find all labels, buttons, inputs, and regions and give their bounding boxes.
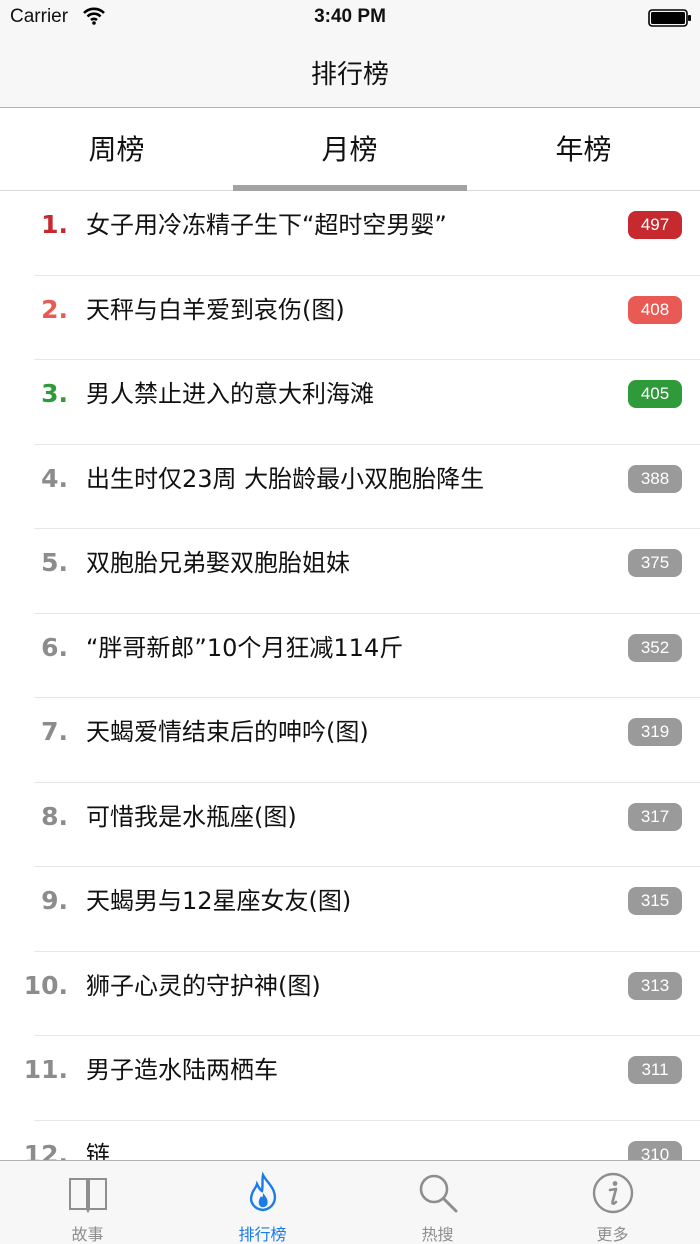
count-badge: 315: [628, 887, 682, 915]
rank-number: 12.: [23, 1139, 68, 1161]
rank-number: 9.: [41, 886, 68, 915]
battery-icon: [648, 9, 691, 27]
ranking-row[interactable]: 6. “胖哥新郎”10个月狂减114斤 352: [0, 614, 700, 699]
ranking-row[interactable]: 5. 双胞胎兄弟娶双胞胎姐妹 375: [0, 529, 700, 614]
search-icon: [419, 1174, 458, 1213]
story-title: 男子造水陆两栖车: [86, 1056, 278, 1084]
story-title: 天秤与白羊爱到哀伤(图): [86, 295, 345, 324]
story-title: 女子用冷冻精子生下“超时空男婴”: [86, 211, 447, 239]
count-badge: 405: [628, 380, 682, 408]
count-badge: 388: [628, 464, 682, 493]
tab-monthly[interactable]: 月榜: [233, 109, 466, 191]
story-title: 天蝎爱情结束后的呻吟(图): [86, 718, 369, 746]
rank-number: 5.: [41, 548, 68, 577]
period-segmented-control: 周榜 月榜 年榜: [0, 109, 700, 191]
wifi-icon: [83, 7, 105, 25]
rank-number: 1.: [41, 210, 68, 239]
tab-bar-label: 热搜: [421, 1225, 454, 1244]
story-title: 双胞胎兄弟娶双胞胎姐妹: [86, 549, 350, 577]
rank-number: 6.: [41, 632, 68, 662]
rank-number: 11.: [23, 1055, 68, 1084]
tab-bar-item-hot-search[interactable]: 热搜: [350, 1161, 525, 1244]
navigation-bar: 排行榜: [0, 40, 700, 108]
count-badge: 352: [628, 633, 682, 662]
tab-bar-label: 故事: [71, 1225, 104, 1244]
rank-number: 7.: [41, 717, 68, 746]
story-title: 狮子心灵的守护神(图): [86, 971, 321, 1000]
ranking-list[interactable]: 1. 女子用冷冻精子生下“超时空男婴” 497 2. 天秤与白羊爱到哀伤(图) 408 3.…: [0, 191, 700, 1160]
ranking-row[interactable]: 7. 天蝎爱情结束后的呻吟(图) 319: [0, 698, 700, 783]
tab-bar-label: 排行榜: [238, 1225, 287, 1244]
ranking-row[interactable]: 8. 可惜我是水瓶座(图) 317: [0, 783, 700, 868]
count-badge: 375: [628, 549, 682, 577]
ranking-row[interactable]: 1. 女子用冷冻精子生下“超时空男婴” 497: [0, 191, 700, 276]
rank-number: 4.: [41, 463, 68, 493]
carrier-label: Carrier: [10, 6, 69, 27]
story-title: 链: [86, 1140, 110, 1161]
tab-bar-item-more[interactable]: 更多: [525, 1161, 700, 1244]
ranking-row[interactable]: 9. 天蝎男与12星座女友(图) 315: [0, 867, 700, 952]
ranking-row[interactable]: 12. 链 310: [0, 1121, 700, 1161]
tab-bar-item-stories[interactable]: 故事: [0, 1161, 175, 1244]
count-badge: 497: [628, 211, 682, 239]
count-badge: 313: [628, 971, 682, 1000]
ranking-row[interactable]: 2. 天秤与白羊爱到哀伤(图) 408: [0, 276, 700, 361]
story-title: 男人禁止进入的意大利海滩: [86, 380, 374, 408]
ranking-row[interactable]: 10. 狮子心灵的守护神(图) 313: [0, 952, 700, 1037]
count-badge: 408: [628, 295, 682, 324]
book-icon: [69, 1178, 107, 1214]
app-screen: Carrier 3:40 PM 排行榜 周榜 月榜 年榜 1. 女子用冷冻精子生下…: [0, 0, 700, 1244]
count-badge: 311: [628, 1056, 682, 1084]
story-title: 天蝎男与12星座女友(图): [86, 887, 352, 915]
count-badge: 319: [628, 718, 682, 746]
tab-bar-item-rankings[interactable]: 排行榜: [175, 1161, 350, 1244]
ranking-row[interactable]: 3. 男人禁止进入的意大利海滩 405: [0, 360, 700, 445]
status-bar: Carrier 3:40 PM: [0, 0, 700, 40]
bottom-tab-bar: 故事 排行榜 热搜 更多: [0, 1160, 700, 1244]
tab-yearly[interactable]: 年榜: [467, 109, 700, 191]
rank-number: 3.: [41, 379, 68, 408]
rank-number: 2.: [41, 294, 68, 324]
rank-number: 10.: [23, 970, 68, 1000]
count-badge: 317: [628, 802, 682, 831]
page-title: 排行榜: [310, 60, 389, 90]
ranking-row[interactable]: 4. 出生时仅23周 大胎龄最小双胞胎降生 388: [0, 445, 700, 530]
story-title: 出生时仅23周 大胎龄最小双胞胎降生: [86, 464, 485, 493]
flame-icon: [249, 1171, 277, 1212]
story-title: “胖哥新郎”10个月狂减114斤: [86, 633, 404, 662]
count-badge: 310: [628, 1140, 682, 1160]
rank-number: 8.: [41, 801, 68, 831]
story-title: 可惜我是水瓶座(图): [86, 802, 297, 831]
ranking-row[interactable]: 11. 男子造水陆两栖车 311: [0, 1036, 700, 1121]
tab-weekly[interactable]: 周榜: [0, 109, 233, 191]
tab-bar-label: 更多: [596, 1225, 629, 1244]
info-icon: [592, 1172, 634, 1214]
